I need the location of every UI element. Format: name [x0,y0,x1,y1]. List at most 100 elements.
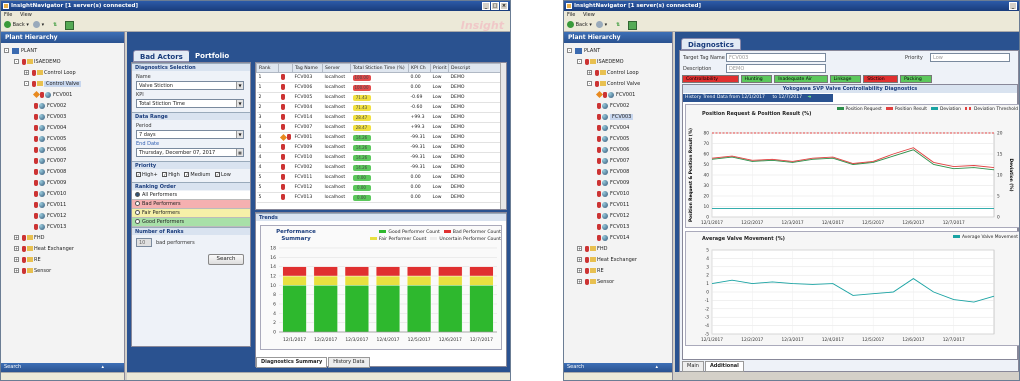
performer-option[interactable]: Good Performers [132,218,250,227]
collapse-icon[interactable]: - [24,81,29,86]
tree-node[interactable]: FCV001 [32,90,72,100]
diagnostic-tab[interactable]: Hunting [740,75,773,83]
forward-button[interactable]: ▾ [596,21,607,30]
expand-icon[interactable]: + [14,235,19,240]
table-row[interactable]: 4 FCV002 localhost 14.26 -99.31 Low DEMO [256,162,506,173]
tree-node[interactable]: - Control Valve [24,79,82,89]
tab-portfolio[interactable]: Portfolio [189,50,236,62]
target-tag-field[interactable]: FCV003 [726,53,826,62]
table-row[interactable]: 1 FCV006 localhost 100.00 0.00 Low DEMO [256,82,506,93]
diagnostic-tab[interactable]: Inadequate Air [774,75,828,83]
tree-node[interactable]: FCV013 [34,222,66,232]
tree-node[interactable]: FCV006 [34,145,66,155]
tree-node[interactable]: FCV013 [597,222,629,232]
expand-icon[interactable]: + [577,268,582,273]
collapse-icon[interactable]: - [4,48,9,53]
tree-node[interactable]: FCV014 [597,233,629,243]
expand-icon[interactable]: + [14,268,19,273]
minimize-button[interactable]: _ [1009,2,1017,10]
priority-high[interactable]: ✓ High [162,172,180,178]
tree-node[interactable]: FCV006 [597,145,629,155]
refresh-icon[interactable]: ⇅ [616,21,620,30]
tree-node[interactable]: + RE [14,255,41,265]
tree-node[interactable]: FCV011 [34,200,66,210]
tab-main[interactable]: Main [682,361,704,372]
tree-node[interactable]: FCV007 [597,156,629,166]
tree-node[interactable]: + FHD [577,244,608,254]
col-rank[interactable]: Rank [256,63,279,73]
tree-node[interactable]: - ISAEDEMO [577,57,624,67]
expand-icon[interactable]: + [14,257,19,262]
collapse-icon[interactable]: - [567,48,572,53]
collapse-icon[interactable]: ▴ [655,363,658,372]
name-select[interactable]: Valve Stiction ▼ [136,81,244,90]
tab-bad-actors[interactable]: Bad Actors [133,50,190,62]
tree-node[interactable]: + Control Loop [24,68,76,78]
tree-node[interactable]: FCV012 [597,211,629,221]
end-date-picker[interactable]: Thursday, December 07, 2017 ▦ [136,148,244,157]
expand-icon[interactable]: + [587,70,592,75]
tab-diagnostics-summary[interactable]: Diagnostics Summary [256,357,328,368]
tree-node[interactable]: FCV011 [597,200,629,210]
col-tag-name[interactable]: Tag Name [292,63,323,73]
tree-node[interactable]: FCV003 [597,112,634,122]
priority-field[interactable]: Low [930,53,1010,62]
collapse-icon[interactable]: - [577,59,582,64]
go-arrow-icon[interactable]: ➜ [808,95,812,100]
tree-node[interactable]: FCV005 [597,134,629,144]
diagnostic-tab[interactable]: Packing [900,75,932,83]
ranks-input[interactable]: 10 [136,238,152,247]
minimize-button[interactable]: _ [482,2,490,10]
collapse-icon[interactable]: - [587,81,592,86]
diagnostic-tab[interactable]: Controllability [682,75,739,83]
menu-view[interactable]: View [583,12,595,18]
back-button[interactable]: Back ▾ [4,21,29,30]
table-row[interactable]: 2 FCV005 localhost 71.43 -0.69 Low DEMO [256,92,506,103]
tree-node[interactable]: + Heat Exchanger [577,255,637,265]
table-row[interactable]: 1 FCV003 localhost 100.00 0.00 Low DEMO [256,72,506,83]
calendar-icon[interactable]: ▦ [236,149,243,156]
table-row[interactable]: 3 FCV007 localhost 28.47 +99.3 Low DEMO [256,122,506,133]
menu-view[interactable]: View [20,12,32,18]
description-field[interactable]: DEMO [726,64,826,73]
performer-option[interactable]: All Performers [132,191,250,200]
tree-node[interactable]: FCV004 [597,123,629,133]
menu-file[interactable]: File [567,12,575,18]
table-row[interactable]: 4 FCV010 localhost 14.26 -99.31 Low DEMO [256,152,506,163]
performer-option[interactable]: Bad Performers [132,200,250,209]
tab-additional[interactable]: Additional [704,361,744,372]
expand-icon[interactable]: + [577,246,582,251]
tree-node[interactable]: + Sensor [14,266,51,276]
tree-node[interactable]: FCV002 [34,101,66,111]
tree-node[interactable]: - Control Valve [587,79,640,89]
tree-node[interactable]: FCV002 [597,101,629,111]
maximize-button[interactable]: □ [491,2,499,10]
expand-icon[interactable]: + [24,70,29,75]
table-row[interactable]: 5 FCV012 localhost 0.00 0.00 Low DEMO [256,182,506,193]
search-button[interactable]: Search [208,254,244,265]
priority-medium[interactable]: ✓ Medium [184,172,210,178]
collapse-icon[interactable]: ▴ [101,363,104,372]
tree-node[interactable]: FCV005 [34,134,66,144]
table-row[interactable]: 3 FCV014 localhost 28.47 +99.3 Low DEMO [256,112,506,123]
close-button[interactable]: × [500,2,508,10]
diagnostic-tab[interactable]: Linkage [829,75,862,83]
period-select[interactable]: 7 days ▼ [136,130,244,139]
tree-node[interactable]: - ISAEDEMO [14,57,61,67]
tree-node[interactable]: FCV009 [597,178,629,188]
tree-node[interactable]: + FHD [14,233,45,243]
tree-node[interactable]: - PLANT [4,46,37,56]
expand-icon[interactable]: + [577,279,582,284]
back-button[interactable]: Back ▾ [567,21,592,30]
tree-node[interactable]: FCV008 [597,167,629,177]
collapse-icon[interactable]: - [14,59,19,64]
tree-node[interactable]: + RE [577,266,604,276]
col-description[interactable]: Descript [448,63,506,73]
expand-icon[interactable]: + [14,246,19,251]
col-kpi-change[interactable]: KPI Ch [408,63,431,73]
kpi-select[interactable]: Total Stiction Time ▼ [136,99,244,108]
performer-option[interactable]: Fair Performers [132,209,250,218]
table-row[interactable]: 5 FCV011 localhost 0.00 0.00 Low DEMO [256,172,506,183]
table-row[interactable]: 2 FCV004 localhost 71.43 -0.60 Low DEMO [256,102,506,113]
col-status[interactable] [278,63,293,73]
